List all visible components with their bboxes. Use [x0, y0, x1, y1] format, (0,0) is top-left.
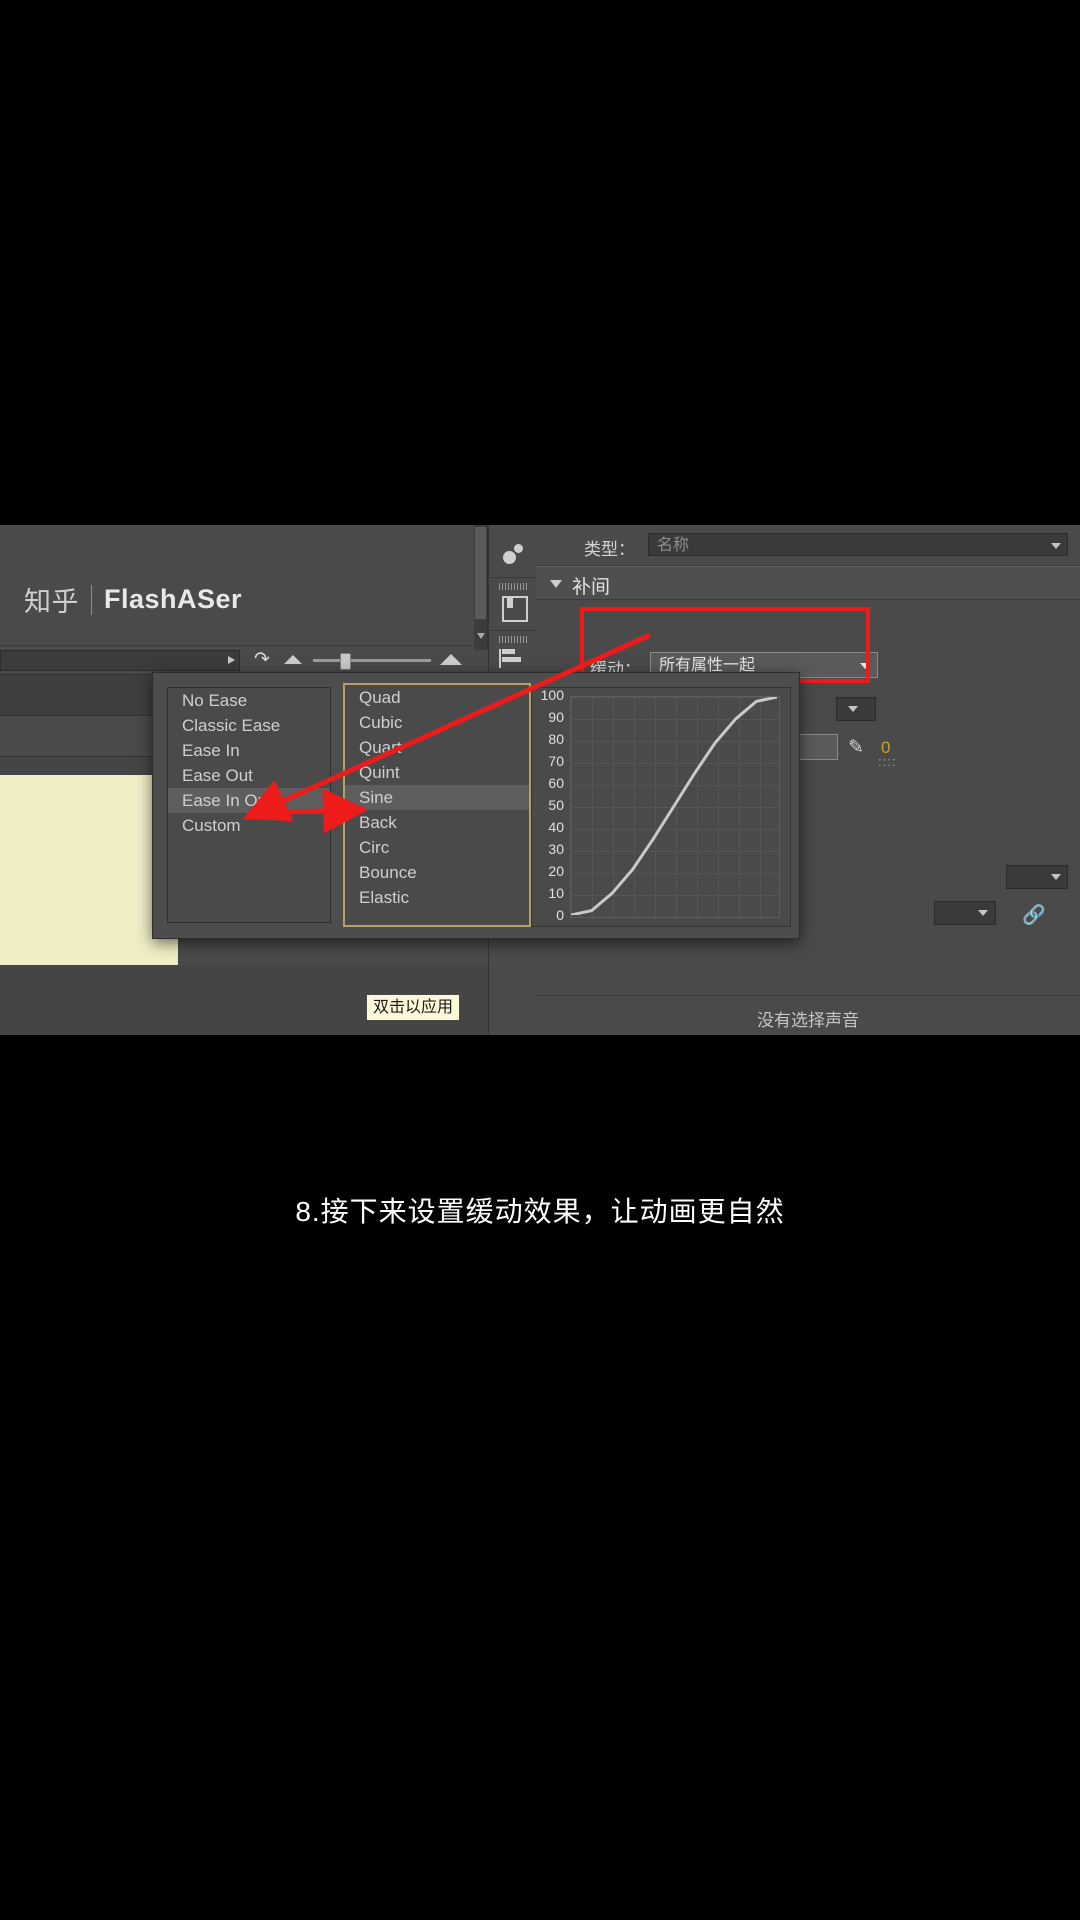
watermark-separator — [91, 584, 92, 615]
ease-function-item-3[interactable]: Quint — [345, 760, 529, 785]
align-icon — [499, 649, 524, 671]
panel-grip-icon[interactable] — [499, 583, 527, 590]
ease-function-item-6[interactable]: Circ — [345, 835, 529, 860]
library-icon — [502, 596, 528, 622]
chevron-down-icon[interactable] — [1051, 543, 1061, 549]
rail-item-library[interactable] — [489, 578, 537, 631]
zoom-large-icon[interactable] — [440, 654, 462, 665]
chart-y-tick: 70 — [548, 753, 564, 769]
triangle-down-icon[interactable] — [550, 580, 562, 588]
tween-section-header[interactable]: 补间 — [536, 566, 1080, 600]
ease-type-item-4[interactable]: Ease In Out — [168, 788, 330, 813]
ease-function-item-7[interactable]: Bounce — [345, 860, 529, 885]
screenshot-root: 知乎 FlashASer ↷ 类型： 名称 补间 缓动： 所有属性一起 ✎ 0 … — [0, 0, 1080, 1920]
ease-function-item-1[interactable]: Cubic — [345, 710, 529, 735]
ease-type-list[interactable]: No Ease Classic Ease Ease In Ease Out Ease I… — [167, 687, 331, 923]
watermark-author: FlashASer — [104, 584, 243, 614]
type-label: 类型： — [584, 540, 635, 559]
play-icon[interactable] — [228, 656, 235, 664]
easing-popup: No Ease Classic Ease Ease In Ease Out Ease I… — [152, 672, 800, 939]
ease-type-item-0[interactable]: No Ease — [168, 688, 330, 713]
color-swatch-icon — [502, 543, 528, 569]
chart-y-tick: 10 — [548, 885, 564, 901]
rail-item-color[interactable] — [489, 525, 537, 578]
ease-type-item-1[interactable]: Classic Ease — [168, 713, 330, 738]
watermark: 知乎 FlashASer — [24, 580, 242, 619]
ease-function-item-5[interactable]: Back — [345, 810, 529, 835]
chevron-down-icon[interactable] — [477, 633, 485, 639]
watermark-zhihu: 知乎 — [24, 587, 79, 617]
ease-type-item-3[interactable]: Ease Out — [168, 763, 330, 788]
zoom-slider[interactable] — [313, 659, 431, 662]
scrollbar-thumb[interactable] — [475, 527, 486, 619]
ease-function-item-8[interactable]: Elastic — [345, 885, 529, 910]
video-caption: 8.接下来设置缓动效果，让动画更自然 — [295, 1196, 785, 1227]
sound-status-text: 没有选择声音 — [757, 1011, 859, 1030]
chart-y-tick: 100 — [540, 687, 564, 703]
chart-y-tick: 40 — [548, 819, 564, 835]
double-click-tooltip: 双击以应用 — [366, 994, 461, 1021]
ease-function-item-4[interactable]: Sine — [345, 785, 529, 810]
chart-y-tick: 90 — [548, 709, 564, 725]
ease-function-item-2[interactable]: Quart — [345, 735, 529, 760]
chart-y-tick: 60 — [548, 775, 564, 791]
chevron-down-icon[interactable] — [978, 910, 988, 916]
easing-curve-chart: 100 90 80 70 60 50 40 30 20 10 0 — [531, 687, 791, 927]
chart-y-tick: 20 — [548, 863, 564, 879]
ease-type-item-2[interactable]: Ease In — [168, 738, 330, 763]
easing-amount-dots: :::: — [878, 754, 897, 769]
chart-plot-area — [570, 696, 780, 918]
ease-function-item-0[interactable]: Quad — [345, 685, 529, 710]
chart-y-tick: 50 — [548, 797, 564, 813]
toolbar-field[interactable] — [0, 650, 240, 671]
zoom-slider-handle[interactable] — [340, 653, 351, 670]
chart-y-tick: 0 — [556, 907, 564, 923]
type-row: 类型： 名称 — [536, 525, 1080, 566]
chart-y-tick: 80 — [548, 731, 564, 747]
undo-icon[interactable]: ↷ — [254, 650, 270, 669]
sound-status-bar: 没有选择声音 — [536, 995, 1080, 1035]
type-name-field[interactable]: 名称 — [648, 533, 1068, 556]
chevron-down-icon[interactable] — [1051, 874, 1061, 880]
panel-grip-icon[interactable] — [499, 636, 527, 643]
tween-section-title: 补间 — [572, 577, 611, 598]
panel-scrollbar[interactable] — [474, 525, 488, 650]
chevron-down-icon[interactable] — [848, 706, 858, 712]
eyedropper-icon[interactable]: ✎ — [848, 736, 864, 759]
chart-y-tick: 30 — [548, 841, 564, 857]
link-icon[interactable]: 🔗 — [1022, 903, 1046, 927]
zoom-small-icon[interactable] — [284, 655, 302, 664]
ease-type-item-5[interactable]: Custom — [168, 813, 330, 838]
ease-function-list[interactable]: Quad Cubic Quart Quint Sine Back Circ Bounce Ela… — [343, 683, 531, 927]
easing-curve-path — [571, 697, 777, 915]
